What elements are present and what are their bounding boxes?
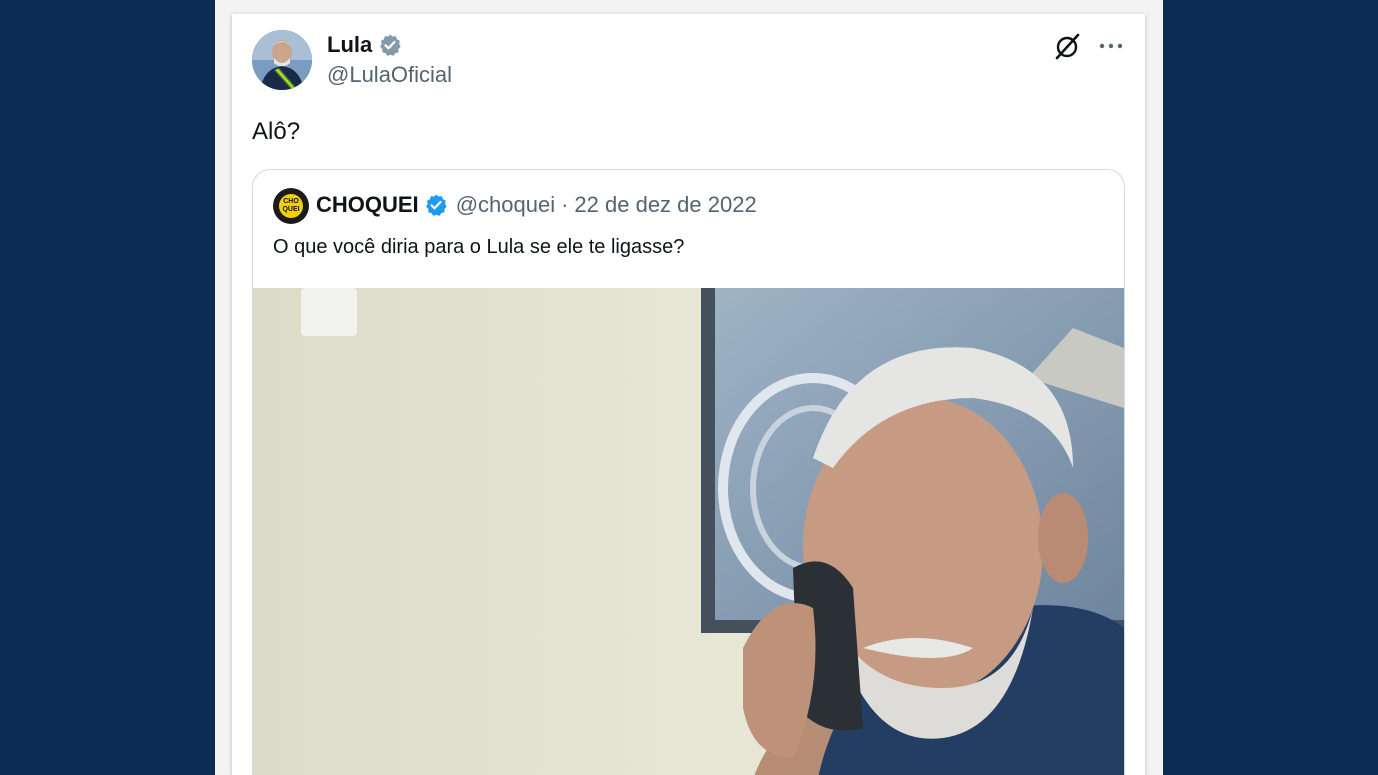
tweet-card[interactable]: Lula @LulaOficial Alô? CHO QUEI CHOQUEI … [232, 14, 1145, 775]
author-name[interactable]: Lula [327, 32, 372, 58]
verified-gray-icon [380, 34, 401, 56]
quoted-photo[interactable] [253, 288, 1124, 775]
quoted-avatar-logo: CHO QUEI [279, 194, 303, 218]
author-handle[interactable]: @LulaOficial [327, 62, 452, 88]
separator-dot: · [561, 192, 569, 217]
quoted-author-avatar[interactable]: CHO QUEI [273, 188, 309, 224]
more-options-icon[interactable] [1097, 32, 1125, 60]
quoted-tweet[interactable]: CHO QUEI CHOQUEI @choquei · 22 de dez de… [252, 169, 1125, 775]
author-avatar[interactable] [252, 30, 312, 90]
quoted-author-name[interactable]: CHOQUEI [316, 192, 419, 218]
verified-blue-icon [425, 194, 447, 216]
tweet-text: Alô? [252, 118, 301, 145]
quoted-text: O que você diria para o Lula se ele te l… [273, 236, 685, 258]
quoted-date[interactable]: 22 de dez de 2022 [574, 192, 756, 218]
grok-icon[interactable] [1053, 31, 1083, 61]
quoted-author-handle[interactable]: @choquei [456, 192, 555, 218]
